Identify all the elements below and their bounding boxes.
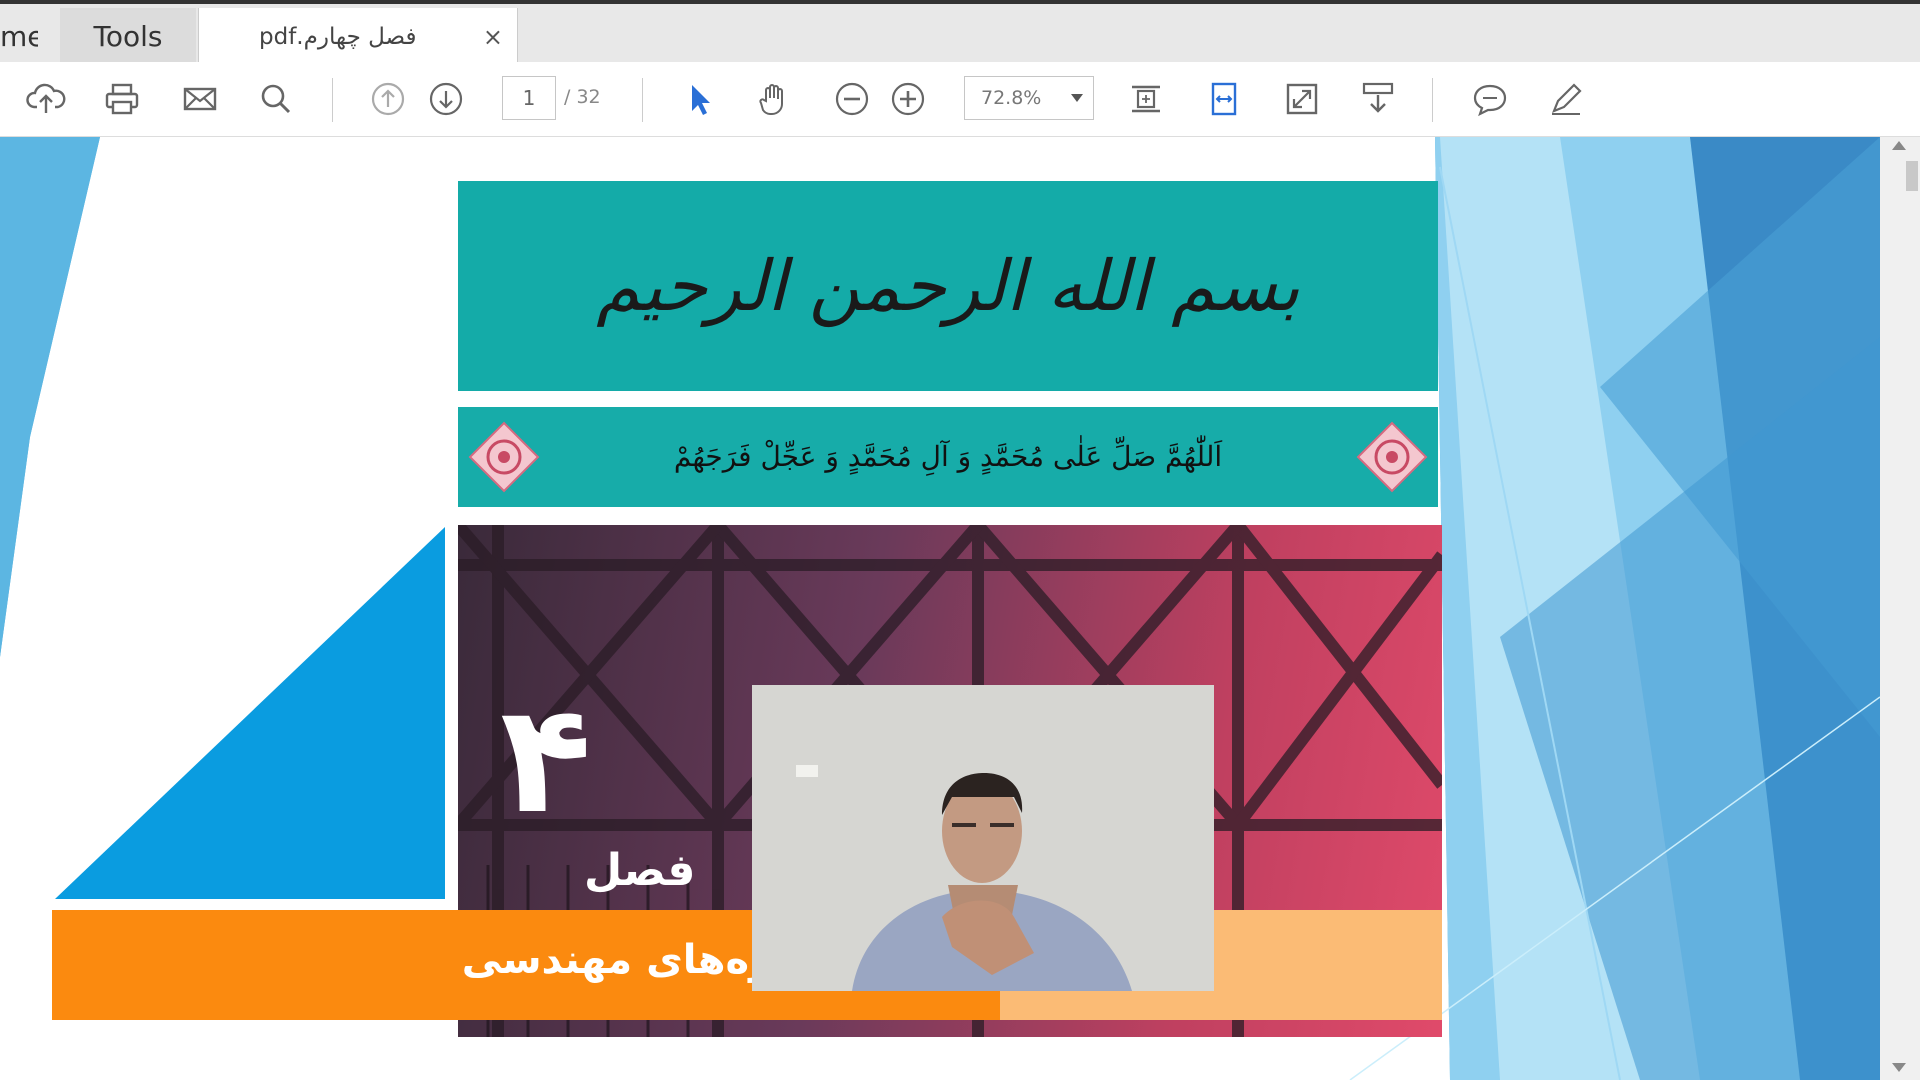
email-icon[interactable] bbox=[178, 77, 222, 121]
toolbar-separator bbox=[332, 78, 333, 122]
fit-page-icon[interactable] bbox=[1124, 77, 1168, 121]
scroll-thumb[interactable] bbox=[1906, 161, 1918, 191]
zoom-in-icon[interactable] bbox=[886, 77, 930, 121]
basmala-band: بسم الله الرحمن الرحیم bbox=[458, 181, 1438, 391]
ornament-icon bbox=[1356, 421, 1428, 493]
fullscreen-icon[interactable] bbox=[1280, 77, 1324, 121]
tab-document-title: فصل چهارم.pdf bbox=[259, 24, 417, 50]
vertical-scrollbar[interactable] bbox=[1880, 137, 1920, 1080]
tab-home[interactable]: me bbox=[0, 8, 38, 66]
document-viewer[interactable]: بسم الله الرحمن الرحیم اَللّٰهُمَّ صَلِّ… bbox=[0, 137, 1880, 1080]
comment-icon[interactable] bbox=[1468, 77, 1512, 121]
chapter-label: فصل bbox=[584, 845, 696, 896]
presenter-video bbox=[752, 685, 1214, 991]
print-icon[interactable] bbox=[100, 77, 144, 121]
fit-width-icon[interactable] bbox=[1202, 77, 1246, 121]
scroll-mode-icon[interactable] bbox=[1356, 77, 1400, 121]
toolbar-separator bbox=[1432, 78, 1433, 122]
scroll-up-icon[interactable] bbox=[1892, 141, 1906, 150]
webcam-overlay bbox=[752, 685, 1214, 991]
salawat-band: اَللّٰهُمَّ صَلِّ عَلٰى مُحَمَّدٍ وَ آلِ… bbox=[458, 407, 1438, 507]
search-icon[interactable] bbox=[254, 77, 298, 121]
tab-document[interactable]: فصل چهارم.pdf × bbox=[198, 8, 518, 66]
tab-tools[interactable]: Tools bbox=[60, 8, 196, 66]
tab-bar: me Tools فصل چهارم.pdf × bbox=[0, 0, 1920, 66]
close-icon[interactable]: × bbox=[483, 8, 503, 66]
toolbar: 1 / 32 72.8% bbox=[0, 62, 1920, 137]
select-arrow-icon[interactable] bbox=[678, 77, 722, 121]
zoom-out-icon[interactable] bbox=[830, 77, 874, 121]
sign-icon[interactable] bbox=[1544, 77, 1588, 121]
previous-page-icon[interactable] bbox=[366, 77, 410, 121]
zoom-select[interactable]: 72.8% bbox=[964, 76, 1094, 120]
hand-icon[interactable] bbox=[752, 77, 796, 121]
page-number-input[interactable]: 1 bbox=[502, 76, 556, 120]
chevron-down-icon[interactable] bbox=[1071, 94, 1083, 102]
zoom-value: 72.8% bbox=[981, 87, 1042, 109]
upload-icon[interactable] bbox=[24, 77, 68, 121]
chapter-number: ۴ bbox=[500, 673, 592, 847]
basmala-text: بسم الله الرحمن الرحیم bbox=[596, 245, 1300, 327]
toolbar-separator bbox=[642, 78, 643, 122]
next-page-icon[interactable] bbox=[424, 77, 468, 121]
scroll-down-icon[interactable] bbox=[1892, 1063, 1906, 1072]
page-total: / 32 bbox=[564, 86, 601, 108]
ornament-icon bbox=[468, 421, 540, 493]
salawat-text: اَللّٰهُمَّ صَلِّ عَلٰى مُحَمَّدٍ وَ آلِ… bbox=[673, 440, 1223, 473]
